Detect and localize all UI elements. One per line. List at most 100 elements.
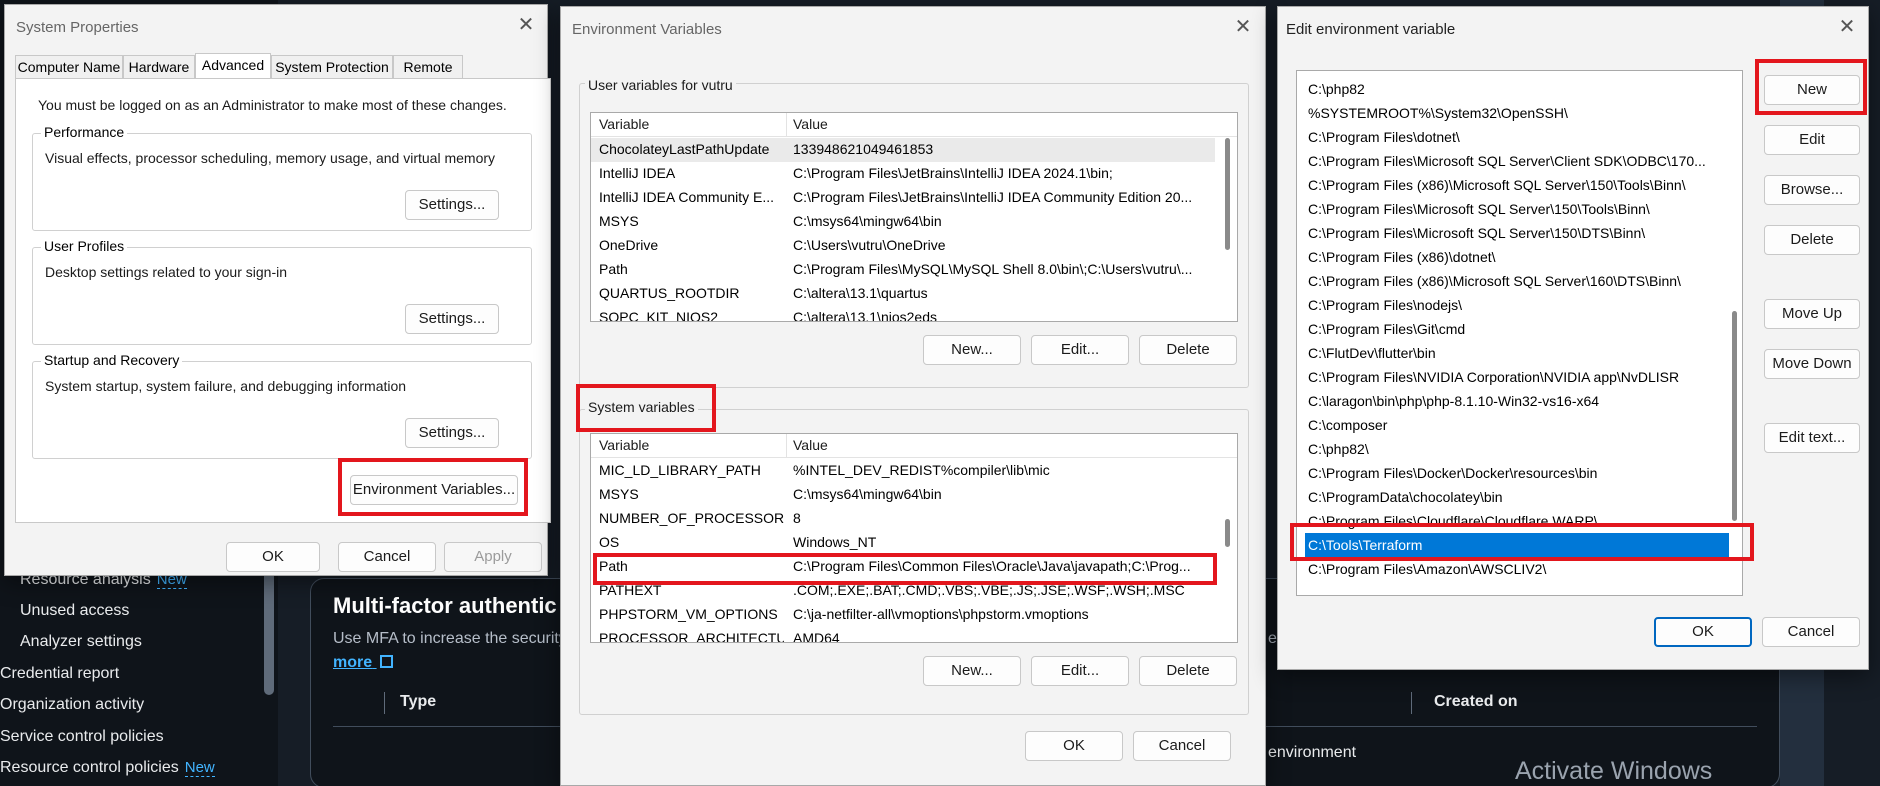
new-entry-button[interactable]: New [1764,75,1860,105]
list-item[interactable]: C:\Program Files\Microsoft SQL Server\15… [1305,221,1729,245]
nav-analyzer-settings[interactable]: Analyzer settings [20,633,142,651]
user-delete-button[interactable]: Delete [1139,335,1237,365]
system-properties-window: System Properties ✕ Computer Name Hardwa… [4,4,551,576]
table-row[interactable]: OS Windows_NT [591,531,1215,555]
table-row[interactable]: IntelliJ IDEA Community E... C:\Program … [591,186,1215,210]
list-item[interactable]: C:\Program Files\Microsoft SQL Server\Cl… [1305,149,1729,173]
table-row[interactable]: MIC_LD_LIBRARY_PATH %INTEL_DEV_REDIST%co… [591,459,1215,483]
table-row-path[interactable]: Path C:\Program Files\Common Files\Oracl… [591,555,1215,579]
list-item[interactable]: C:\Program Files (x86)\dotnet\ [1305,245,1729,269]
apply-button[interactable]: Apply [444,542,542,572]
tab-system-protection[interactable]: System Protection [271,55,393,79]
variable-name: OneDrive [599,237,659,253]
list-item[interactable]: C:\Program Files (x86)\Microsoft SQL Ser… [1305,269,1729,293]
table-row[interactable]: PHPSTORM_VM_OPTIONS C:\ja-netfilter-all\… [591,603,1215,627]
list-item[interactable]: C:\Program Files\NVIDIA Corporation\NVID… [1305,365,1729,389]
table-row[interactable]: NUMBER_OF_PROCESSORS 8 [591,507,1215,531]
performance-settings-button[interactable]: Settings... [405,190,499,220]
cancel-button[interactable]: Cancel [338,542,436,572]
list-item[interactable]: C:\Program Files\Amazon\AWSCLIV2\ [1305,557,1729,581]
column-header-type[interactable]: Type [400,693,436,711]
column-header-variable[interactable]: Variable [599,116,649,132]
column-header-created-on[interactable]: Created on [1434,693,1518,711]
nav-service-control-policies[interactable]: Service control policies [0,728,164,746]
table-row[interactable]: MSYS C:\msys64\mingw64\bin [591,483,1215,507]
close-icon[interactable]: ✕ [515,15,537,37]
list-item[interactable]: C:\laragon\bin\php\php-8.1.10-Win32-vs16… [1305,389,1729,413]
table-row[interactable]: PATHEXT .COM;.EXE;.BAT;.CMD;.VBS;.VBE;.J… [591,579,1215,603]
performance-group: Performance Visual effects, processor sc… [32,124,532,231]
table-row[interactable]: MSYS C:\msys64\mingw64\bin [591,210,1215,234]
system-new-button[interactable]: New... [923,656,1021,686]
list-item[interactable]: C:\Program Files\dotnet\ [1305,125,1729,149]
nav-credential-report[interactable]: Credential report [0,665,119,683]
tab-hardware[interactable]: Hardware [123,55,195,79]
tab-computer-name[interactable]: Computer Name [15,55,123,79]
window-title: Environment Variables [572,21,722,38]
system-delete-button[interactable]: Delete [1139,656,1237,686]
tab-advanced[interactable]: Advanced [195,53,271,79]
list-item[interactable]: C:\Program Files (x86)\Microsoft SQL Ser… [1305,173,1729,197]
table-row[interactable]: IntelliJ IDEA C:\Program Files\JetBrains… [591,162,1215,186]
nav-resource-control-policies[interactable]: Resource control policies New [0,759,215,777]
column-header-value[interactable]: Value [793,116,828,132]
user-profiles-settings-button[interactable]: Settings... [405,304,499,334]
column-header-variable[interactable]: Variable [599,437,649,453]
variable-name: Path [599,558,628,574]
list-item[interactable]: C:\php82\ [1305,437,1729,461]
variable-value: C:\msys64\mingw64\bin [793,486,942,502]
aws-sidebar-scrollbar[interactable] [264,570,274,695]
ok-button[interactable]: OK [1025,731,1123,761]
table-row[interactable]: PROCESSOR_ARCHITECTU... AMD64 [591,627,1215,642]
path-list-scrollbar[interactable] [1732,311,1737,521]
table-row[interactable]: SOPC_KIT_NIOS2 C:\altera\13.1\nios2eds [591,306,1215,321]
environment-variables-button[interactable]: Environment Variables... [350,475,518,505]
list-item[interactable]: C:\php82 [1305,77,1729,101]
nav-organization-activity[interactable]: Organization activity [0,696,144,714]
list-item[interactable]: C:\Program Files\Docker\Docker\resources… [1305,461,1729,485]
table-row[interactable]: QUARTUS_ROOTDIR C:\altera\13.1\quartus [591,282,1215,306]
table-row[interactable]: OneDrive C:\Users\vutru\OneDrive [591,234,1215,258]
user-new-button[interactable]: New... [923,335,1021,365]
list-item[interactable]: C:\Program Files\Cloudflare\Cloudflare W… [1305,509,1729,533]
user-list-scrollbar[interactable] [1225,138,1230,250]
table-row[interactable]: ChocolateyLastPathUpdate 133948621049461… [591,138,1215,162]
nav-unused-access[interactable]: Unused access [20,602,129,620]
ok-button[interactable]: OK [226,542,320,572]
variable-name: OS [599,534,620,550]
list-item[interactable]: C:\FlutDev\flutter\bin [1305,341,1729,365]
list-item-selected[interactable]: C:\Tools\Terraform [1305,533,1729,557]
table-row[interactable]: Path C:\Program Files\MySQL\MySQL Shell … [591,258,1215,282]
list-item[interactable]: C:\Program Files\Microsoft SQL Server\15… [1305,197,1729,221]
move-down-button[interactable]: Move Down [1764,349,1860,379]
edit-entry-button[interactable]: Edit [1764,125,1860,155]
user-edit-button[interactable]: Edit... [1031,335,1129,365]
system-edit-button[interactable]: Edit... [1031,656,1129,686]
list-item[interactable]: %SYSTEMROOT%\System32\OpenSSH\ [1305,101,1729,125]
list-item[interactable]: C:\composer [1305,413,1729,437]
variable-value: 133948621049461853 [793,141,934,157]
learn-more-link[interactable]: more [333,654,393,672]
move-up-button[interactable]: Move Up [1764,299,1860,329]
delete-entry-button[interactable]: Delete [1764,225,1860,255]
edit-text-button[interactable]: Edit text... [1764,423,1860,453]
column-separator[interactable] [786,113,787,137]
list-item[interactable]: C:\ProgramData\chocolatey\bin [1305,485,1729,509]
column-header-value[interactable]: Value [793,437,828,453]
startup-recovery-settings-button[interactable]: Settings... [405,418,499,448]
ok-button[interactable]: OK [1654,617,1752,647]
column-separator[interactable] [786,434,787,458]
close-icon[interactable]: ✕ [1232,17,1254,39]
browse-button[interactable]: Browse... [1764,175,1860,205]
user-variables-list[interactable]: Variable Value ChocolateyLastPathUpdate … [590,112,1238,322]
list-item[interactable]: C:\Program Files\Git\cmd [1305,317,1729,341]
close-icon[interactable]: ✕ [1836,17,1858,39]
system-variables-list[interactable]: Variable Value MIC_LD_LIBRARY_PATH %INTE… [590,433,1238,643]
list-item[interactable]: C:\Program Files\nodejs\ [1305,293,1729,317]
cancel-button[interactable]: Cancel [1762,617,1860,647]
tab-remote[interactable]: Remote [393,55,463,79]
cancel-button[interactable]: Cancel [1133,731,1231,761]
mfa-description-tail: e [1268,630,1277,647]
path-entries-list[interactable]: C:\php82 %SYSTEMROOT%\System32\OpenSSH\ … [1296,70,1743,596]
system-list-scrollbar[interactable] [1225,519,1230,547]
